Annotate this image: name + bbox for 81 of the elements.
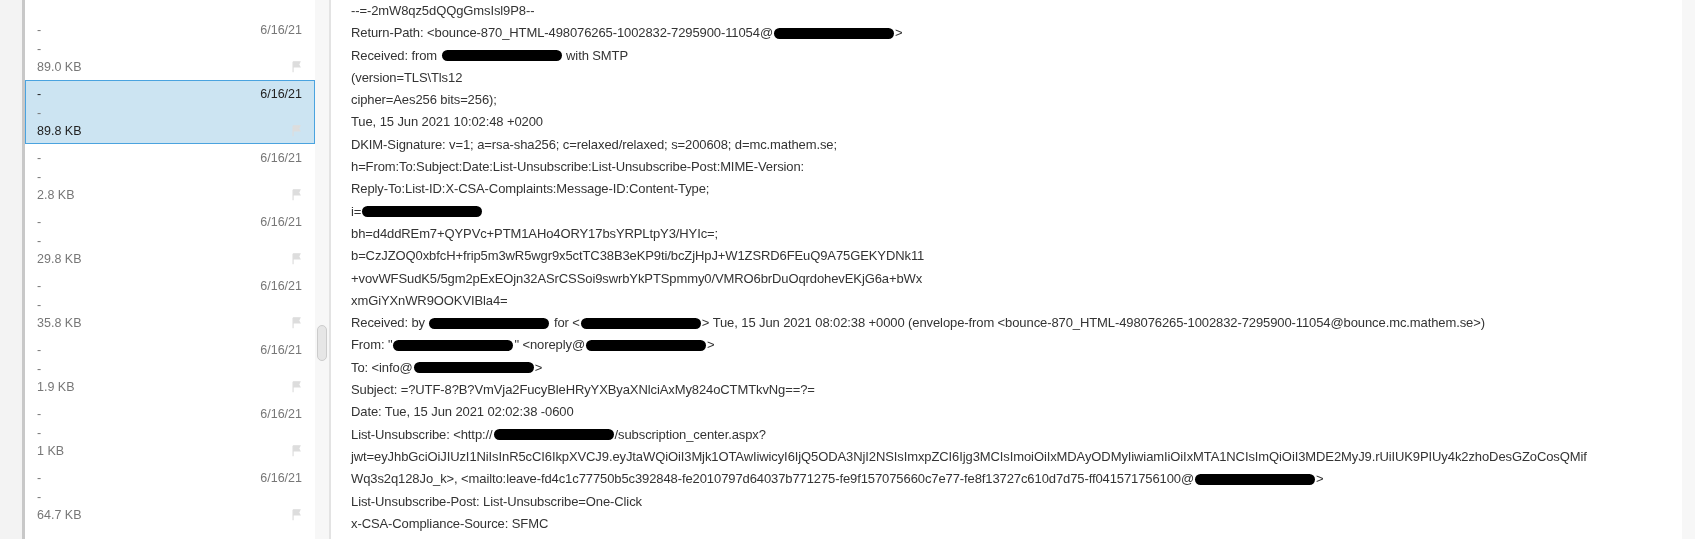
message-date: 6/16/21: [260, 215, 302, 230]
header-text: Received: from: [351, 46, 439, 65]
header-text: i=: [351, 202, 362, 221]
flag-icon[interactable]: [291, 445, 302, 458]
header-text: > Tue, 15 Jun 2021 08:02:38 +0000 (envelope-from <bounce-870_HTML-498076265-1002832-7295900-11054@bounce.mc.mathem.se>): [701, 314, 1485, 333]
header-text: >: [534, 358, 543, 377]
message-date: 6/16/21: [260, 343, 302, 358]
header-text: Date: Tue, 15 Jun 2021 02:02:38 -0600: [351, 403, 574, 422]
header-text: b=CzJZOQ0xbfcH+frip5m3wR5wgr9x5ctTC38B3eKP9ti/bcZjHpJ+W1ZSRD6FEuQ9A75GEKYDNk11: [351, 247, 925, 266]
header-text: >: [707, 336, 715, 355]
header-text: jwt=eyJhbGciOiJIUzI1NiIsInR5cCI6IkpXVCJ9.eyJtaWQiOiI3Mjk1OTAwIiwicyI6IjQ5ODA3NjI2NSIsImxpZCI6Ijg3MCIsImoiOiIxMDAyODMyIiwiamIiOiIxMTA1NCIsImQiOiI3MDE2MyJ9.rUiIUK9PIUy4k2zhoDesGZoCosQMif: [351, 447, 1587, 466]
message-size: 29.8 KB: [37, 252, 82, 267]
header-text: Tue, 15 Jun 2021 10:02:48 +0200: [351, 113, 543, 132]
message-preview: -: [37, 425, 42, 440]
header-text: Reply-To:List-ID:X-CSA-Complaints:Message-ID:Content-Type;: [351, 180, 710, 199]
header-text: x-CSA-Compliance-Source: SFMC: [351, 514, 549, 533]
header-text: DKIM-Signature: v=1; a=rsa-sha256; c=relaxed/relaxed; s=200608; d=mc.mathem.se;: [351, 135, 837, 154]
message-size: 89.8 KB: [37, 124, 82, 139]
header-text: xmGiYXnWR9OOKVIBla4=: [351, 291, 508, 310]
message-date: 6/16/21: [260, 151, 302, 166]
message-subject: -: [37, 407, 42, 422]
message-subject: -: [37, 215, 42, 230]
header-text: To: <info@: [351, 358, 413, 377]
header-text: List-Unsubscribe-Post: List-Unsubscribe=One-Click: [351, 492, 642, 511]
header-text: >: [895, 24, 903, 43]
message-preview: -: [37, 41, 42, 56]
header-text: with SMTP: [565, 46, 628, 65]
message-preview: -: [37, 297, 42, 312]
header-text: Return-Path: <bounce-870_HTML-498076265-1002832-7295900-11054@: [351, 24, 773, 43]
header-text: +vovWFSudK5/5gm2pExEOjn32ASrCSSoi9swrbYkPTSpmmy0/VMRO6brDuOqrdohevEKjG6a+bWx: [351, 269, 923, 288]
message-preview: -: [37, 233, 42, 248]
message-subject: -: [37, 471, 42, 486]
flag-icon[interactable]: [291, 509, 302, 522]
header-text: --=-2mW8qz5dQQgGmsIsl9P8--: [351, 2, 535, 20]
message-subject: -: [37, 279, 42, 294]
message-list-item[interactable]: - 6/16/21 - 29.8 KB: [25, 208, 315, 272]
header-text: From: ": [351, 336, 393, 355]
flag-icon[interactable]: [291, 317, 302, 330]
message-preview: -: [37, 105, 42, 120]
message-preview: -: [37, 361, 42, 376]
header-text: Wq3s2q128Jo_k>, <mailto:leave-fd4c1c77750b5c392848-fe2010797d64037b771275-fe9f157075660c7e77-fe8f13727c610d7d75-ff041571756100@: [351, 470, 1195, 489]
message-list-item[interactable]: - 6/16/21 - 89.0 KB: [25, 16, 315, 80]
header-text: >: [1316, 470, 1324, 489]
header-text: bh=d4ddREm7+QYPVc+PTM1AHo4ORY17bsYRPLtpY3/HYIc=;: [351, 224, 719, 243]
flag-icon[interactable]: [291, 189, 302, 202]
message-size: 64.7 KB: [37, 508, 82, 523]
header-text: for <: [552, 314, 580, 333]
header-text: " <noreply@: [514, 336, 586, 355]
message-list-item[interactable]: - 6/16/21 - 1.9 KB: [25, 336, 315, 400]
flag-icon[interactable]: [291, 381, 302, 394]
header-text: cipher=Aes256 bits=256);: [351, 91, 497, 110]
message-list-item[interactable]: - 6/16/21 - 89.8 KB: [25, 80, 315, 144]
header-text: /subscription_center.aspx?: [614, 425, 766, 444]
header-text: Subject: =?UTF-8?B?VmVja2FucyBleHRyYXByaXNlciAxMy824oCTMTkvNg==?=: [351, 381, 815, 400]
message-date: 6/16/21: [260, 87, 302, 102]
message-preview: -: [37, 489, 42, 504]
message-size: 2.8 KB: [37, 188, 75, 203]
header-text: h=From:To:Subject:Date:List-Unsubscribe:List-Unsubscribe-Post:MIME-Version:: [351, 158, 805, 177]
message-size: 1 KB: [37, 444, 65, 459]
message-preview: -: [37, 169, 42, 184]
flag-icon[interactable]: [291, 61, 302, 74]
message-list-item[interactable]: - 6/16/21 - 2.8 KB: [25, 144, 315, 208]
message-subject: -: [37, 343, 42, 358]
flag-icon[interactable]: [291, 253, 302, 266]
message-list-item[interactable]: - 6/16/21 - 64.7 KB: [25, 464, 315, 528]
message-date: 6/16/21: [260, 279, 302, 294]
message-list-item[interactable]: - 6/16/21 - 1 KB: [25, 400, 315, 464]
header-text: (version=TLS\Tls12: [351, 68, 463, 87]
scrollbar-thumb[interactable]: [317, 325, 327, 361]
message-date: 6/16/21: [260, 23, 302, 38]
message-size: 89.0 KB: [37, 60, 82, 75]
message-size: 35.8 KB: [37, 316, 82, 331]
message-subject: -: [37, 87, 42, 102]
header-text: List-Unsubscribe: <http://: [351, 425, 493, 444]
message-date: 6/16/21: [260, 471, 302, 486]
message-date: 6/16/21: [260, 407, 302, 422]
message-size: 1.9 KB: [37, 380, 75, 395]
header-text: Received: by: [351, 314, 426, 333]
message-subject: -: [37, 23, 42, 38]
message-list-item[interactable]: - 6/16/21 - 35.8 KB: [25, 272, 315, 336]
message-subject: -: [37, 151, 42, 166]
